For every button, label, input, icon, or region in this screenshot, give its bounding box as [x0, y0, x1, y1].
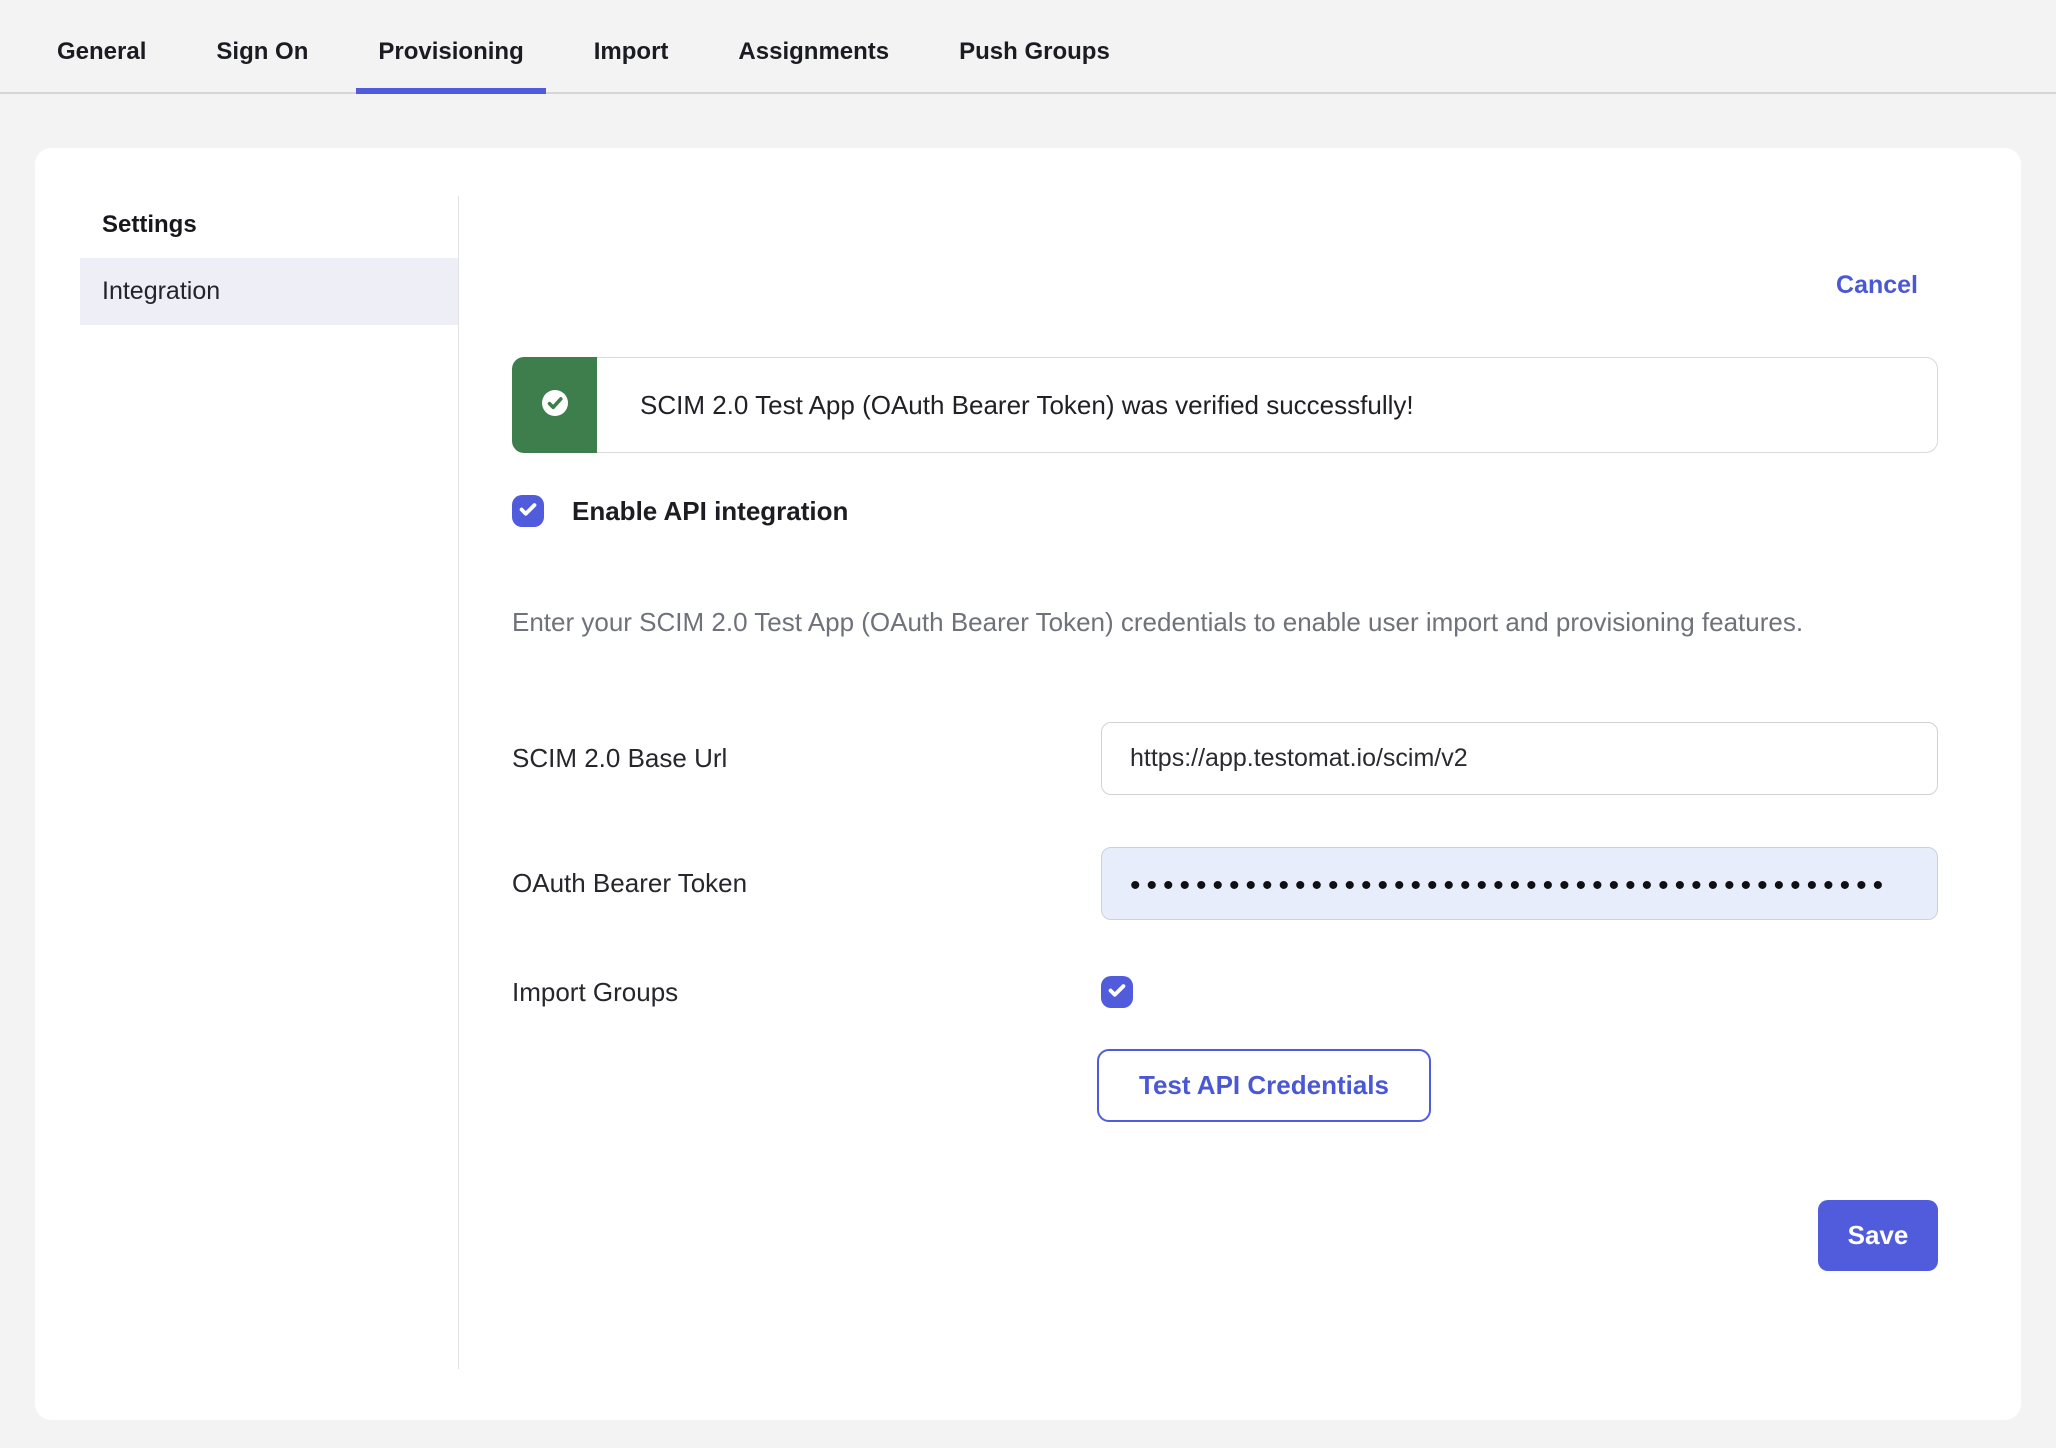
credentials-description: Enter your SCIM 2.0 Test App (OAuth Bear… [512, 599, 1884, 646]
app-tab-bar: General Sign On Provisioning Import Assi… [0, 0, 2056, 94]
import-groups-checkbox[interactable] [1101, 976, 1133, 1008]
cancel-link[interactable]: Cancel [1836, 271, 1918, 300]
success-icon-block [512, 357, 597, 453]
checkmark-icon [517, 498, 539, 525]
sidebar-heading: Settings [102, 211, 458, 239]
settings-sidebar: Settings Integration [35, 148, 458, 1420]
token-row: OAuth Bearer Token [512, 847, 1938, 920]
tab-sign-on[interactable]: Sign On [194, 38, 330, 92]
import-groups-label: Import Groups [512, 977, 1101, 1008]
tab-general[interactable]: General [35, 38, 168, 92]
success-alert-message: SCIM 2.0 Test App (OAuth Bearer Token) w… [597, 357, 1938, 453]
token-label: OAuth Bearer Token [512, 868, 1101, 899]
success-alert: SCIM 2.0 Test App (OAuth Bearer Token) w… [512, 357, 1938, 453]
save-button[interactable]: Save [1818, 1200, 1938, 1271]
save-row: Save [512, 1200, 1938, 1271]
base-url-row: SCIM 2.0 Base Url [512, 722, 1938, 795]
token-input[interactable] [1101, 847, 1938, 920]
tab-import[interactable]: Import [572, 38, 691, 92]
base-url-input[interactable] [1101, 722, 1938, 795]
test-api-credentials-button[interactable]: Test API Credentials [1097, 1049, 1431, 1122]
base-url-label: SCIM 2.0 Base Url [512, 743, 1101, 774]
enable-api-checkbox[interactable] [512, 495, 544, 527]
integration-panel: Cancel SCIM 2.0 Test App (OAuth Bearer T… [458, 148, 2022, 1420]
tab-provisioning[interactable]: Provisioning [356, 38, 545, 92]
cancel-row: Cancel [512, 271, 1938, 300]
sidebar-item-label: Integration [102, 277, 220, 306]
checkmark-icon [1106, 979, 1128, 1006]
tab-assignments[interactable]: Assignments [716, 38, 911, 92]
check-circle-icon [535, 383, 575, 428]
enable-api-label: Enable API integration [572, 496, 848, 527]
provisioning-card: Settings Integration Cancel SCIM 2.0 Tes… [35, 148, 2021, 1420]
sidebar-item-integration[interactable]: Integration [80, 258, 458, 325]
test-credentials-row: Test API Credentials [512, 1049, 1938, 1122]
enable-api-row: Enable API integration [512, 495, 1938, 527]
sidebar-divider [458, 196, 459, 1369]
tab-push-groups[interactable]: Push Groups [937, 38, 1132, 92]
import-groups-row: Import Groups [512, 976, 1938, 1008]
